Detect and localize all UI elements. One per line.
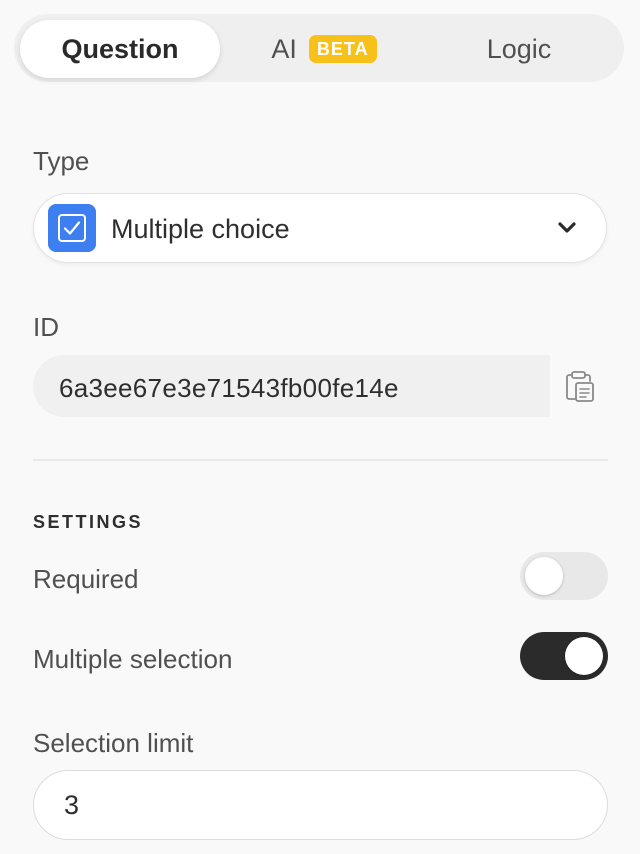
type-select-value: Multiple choice bbox=[111, 214, 290, 244]
id-label: ID bbox=[33, 312, 59, 342]
toggle-knob bbox=[525, 557, 563, 595]
multiple-selection-label: Multiple selection bbox=[33, 644, 233, 674]
beta-badge: BETA bbox=[308, 35, 377, 63]
chevron-down-icon bbox=[558, 222, 576, 233]
tab-bar: Question AI BETA Logic bbox=[14, 14, 624, 82]
selection-limit-input[interactable] bbox=[33, 770, 608, 840]
clipboard-icon[interactable] bbox=[561, 369, 597, 405]
settings-heading: SETTINGS bbox=[33, 512, 144, 532]
tab-logic-label: Logic bbox=[486, 33, 552, 64]
multiple-selection-toggle[interactable] bbox=[520, 632, 608, 680]
divider bbox=[33, 459, 608, 461]
tab-ai[interactable]: AI BETA bbox=[244, 20, 404, 78]
tab-logic[interactable]: Logic bbox=[424, 20, 614, 78]
id-value: 6a3ee67e3e71543fb00fe14e bbox=[59, 373, 399, 403]
selection-limit-label: Selection limit bbox=[33, 728, 194, 758]
id-field: 6a3ee67e3e71543fb00fe14e bbox=[33, 355, 550, 417]
required-toggle[interactable] bbox=[520, 552, 608, 600]
tab-ai-label: AI bbox=[271, 33, 297, 64]
tab-question-label: Question bbox=[61, 33, 179, 64]
required-label: Required bbox=[33, 564, 139, 594]
type-label: Type bbox=[33, 146, 90, 176]
type-select[interactable]: Multiple choice bbox=[33, 193, 607, 263]
checkbox-icon bbox=[48, 204, 96, 252]
toggle-knob bbox=[565, 637, 603, 675]
tab-question[interactable]: Question bbox=[20, 20, 220, 78]
